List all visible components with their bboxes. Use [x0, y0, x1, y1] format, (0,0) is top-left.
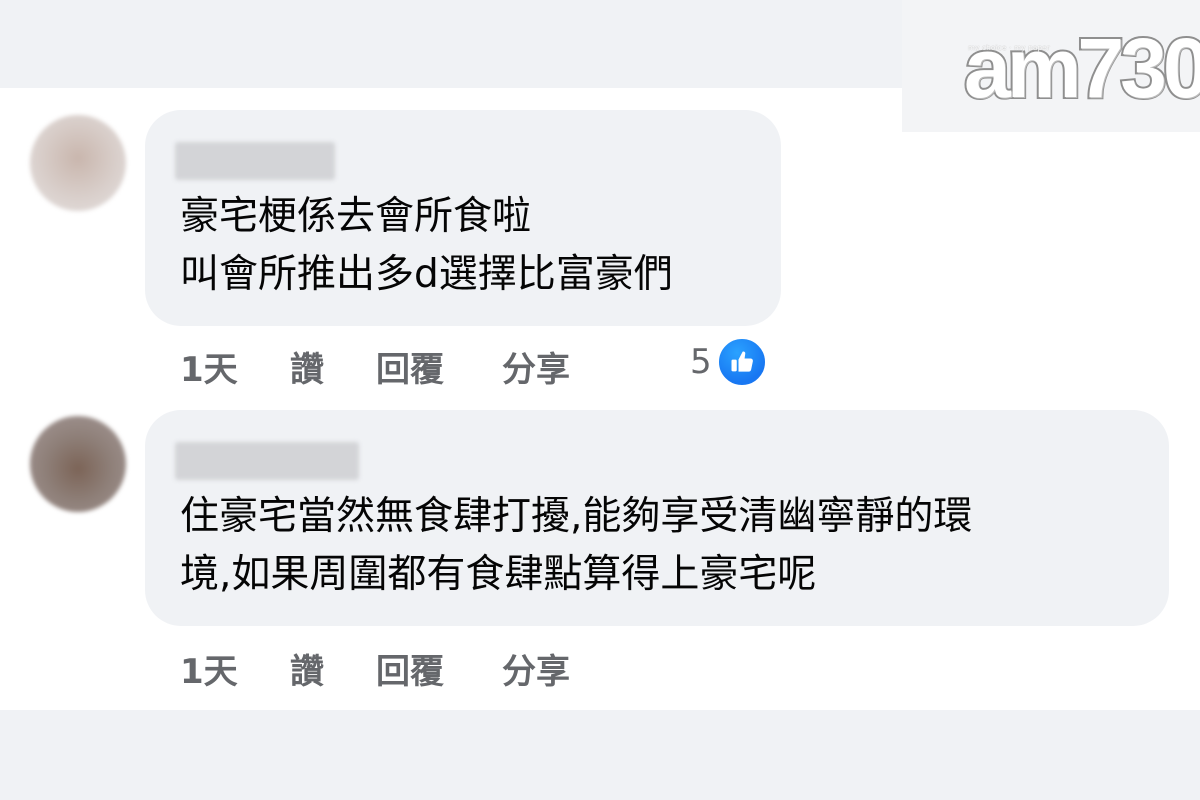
commenter-name-blurred[interactable] — [175, 142, 335, 180]
comment-actions: 1天 讚 回覆 分享 — [180, 644, 780, 692]
like-button[interactable]: 讚 — [290, 342, 324, 391]
share-button[interactable]: 分享 — [502, 644, 570, 693]
am730-logo: am730 — [962, 21, 1200, 115]
reply-button[interactable]: 回覆 — [376, 342, 444, 391]
timestamp-link[interactable]: 1天 — [180, 644, 238, 693]
am730-watermark: am730 my choice · my paper — [902, 0, 1200, 132]
timestamp-link[interactable]: 1天 — [180, 342, 238, 391]
comment-text: 住豪宅當然無食肆打擾,能夠享受清幽寧靜的環 境,如果周圍都有食肆點算得上豪宅呢 — [180, 494, 973, 597]
reaction-count: 5 — [690, 342, 712, 382]
comment-text: 豪宅梗係去會所食啦 叫會所推出多d選擇比富豪們 — [180, 194, 673, 297]
like-button[interactable]: 讚 — [290, 644, 324, 693]
comment-bubble: 豪宅梗係去會所食啦 叫會所推出多d選擇比富豪們 — [145, 110, 781, 326]
logo-tagline: my choice · my paper — [968, 44, 1051, 52]
avatar[interactable] — [30, 416, 126, 512]
share-button[interactable]: 分享 — [502, 342, 570, 391]
comment-bubble: 住豪宅當然無食肆打擾,能夠享受清幽寧靜的環 境,如果周圍都有食肆點算得上豪宅呢 — [145, 410, 1169, 626]
avatar[interactable] — [30, 115, 126, 211]
reaction-summary[interactable]: 5 — [690, 336, 768, 388]
bottom-background-band — [0, 710, 1200, 800]
reply-button[interactable]: 回覆 — [376, 644, 444, 693]
thumbs-up-icon — [715, 336, 768, 388]
commenter-name-blurred[interactable] — [175, 442, 359, 480]
